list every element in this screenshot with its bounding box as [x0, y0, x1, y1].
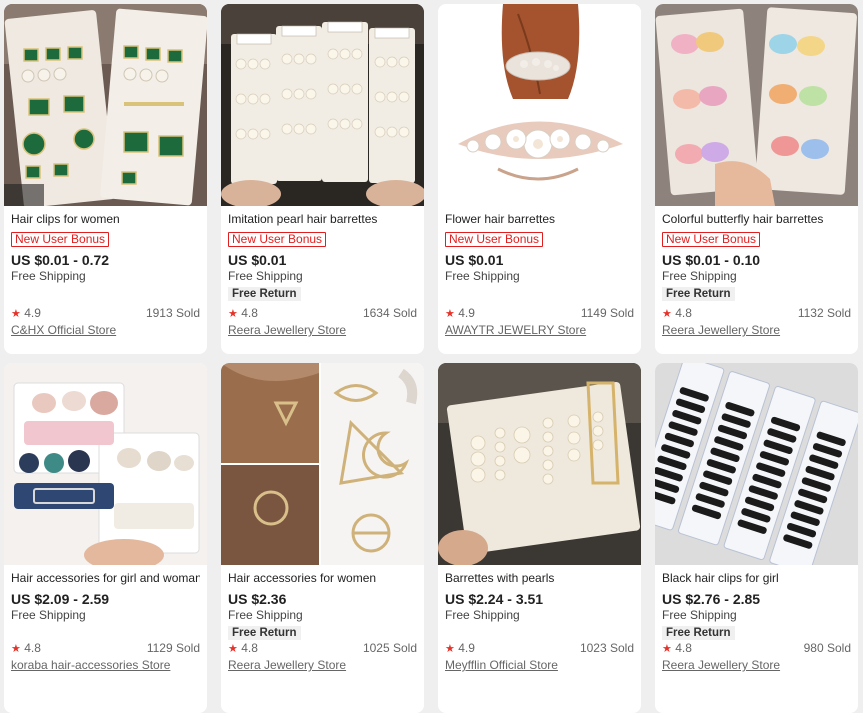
shipping-label: Free Shipping	[662, 269, 737, 283]
product-card[interactable]: Barrettes with pearls US $2.24 - 3.51 Fr…	[438, 363, 641, 713]
sold-count: 980 Sold	[803, 641, 851, 655]
product-price: US $2.24 - 3.51	[445, 591, 544, 607]
rating-row: ★ 4.9 1149 Sold	[445, 306, 634, 320]
shipping-label: Free Shipping	[445, 269, 520, 283]
product-title[interactable]: Imitation pearl hair barrettes	[228, 212, 417, 226]
free-return-badge: Free Return	[228, 287, 301, 301]
rating-value: 4.8	[675, 306, 692, 320]
star-icon: ★	[445, 643, 455, 655]
product-title[interactable]: Hair accessories for girl and woman	[11, 571, 200, 585]
new-user-bonus-badge: New User Bonus	[662, 232, 761, 247]
store-link[interactable]: AWAYTR JEWELRY Store	[445, 323, 586, 337]
shipping-label: Free Shipping	[228, 269, 303, 283]
product-card[interactable]: Colorful butterfly hair barrettes New Us…	[655, 4, 858, 354]
rating-value: 4.8	[241, 641, 258, 655]
product-title[interactable]: Black hair clips for girl	[662, 571, 851, 585]
sold-count: 1129 Sold	[146, 641, 200, 655]
free-return-badge: Free Return	[662, 626, 735, 640]
rating-row: ★ 4.9 1023 Sold	[445, 641, 634, 655]
sold-count: 1132 Sold	[797, 306, 851, 320]
star-icon: ★	[228, 308, 238, 320]
product-title[interactable]: Colorful butterfly hair barrettes	[662, 212, 851, 226]
product-image-pearl-barrettes[interactable]	[221, 4, 424, 206]
store-link[interactable]: Reera Jewellery Store	[662, 323, 780, 337]
store-link[interactable]: Reera Jewellery Store	[228, 658, 346, 672]
shipping-label: Free Shipping	[445, 608, 520, 622]
sold-count: 1025 Sold	[362, 641, 417, 655]
sold-count: 1149 Sold	[580, 306, 634, 320]
star-icon: ★	[662, 308, 672, 320]
product-card[interactable]: Hair accessories for girl and woman US $…	[4, 363, 207, 713]
product-card[interactable]: Imitation pearl hair barrettes New User …	[221, 4, 424, 354]
product-price: US $2.36	[228, 591, 287, 607]
product-price: US $2.76 - 2.85	[662, 591, 761, 607]
product-image-emerald-clips[interactable]	[4, 4, 207, 206]
rating-row: ★ 4.8 1129 Sold	[11, 641, 200, 655]
product-title[interactable]: Flower hair barrettes	[445, 212, 634, 226]
product-price: US $0.01 - 0.72	[11, 252, 110, 268]
product-grid: Hair clips for women New User Bonus US $…	[4, 4, 860, 713]
sold-count: 1913 Sold	[145, 306, 200, 320]
free-return-badge: Free Return	[662, 287, 735, 301]
store-link[interactable]: Reera Jewellery Store	[662, 658, 780, 672]
product-title[interactable]: Hair accessories for women	[228, 571, 417, 585]
product-image-pearl-barrettes-set[interactable]	[438, 363, 641, 565]
rating-value: 4.8	[241, 306, 258, 320]
shipping-label: Free Shipping	[662, 608, 737, 622]
rating-row: ★ 4.8 1132 Sold	[662, 306, 851, 320]
store-link[interactable]: Meyfflin Official Store	[445, 658, 558, 672]
product-price: US $0.01	[445, 252, 504, 268]
rating-value: 4.9	[458, 641, 475, 655]
product-image-assorted-clips[interactable]	[4, 363, 207, 565]
sold-count: 1634 Sold	[362, 306, 417, 320]
store-link[interactable]: koraba hair-accessories Store	[11, 658, 170, 672]
product-price: US $0.01 - 0.10	[662, 252, 761, 268]
product-image-butterfly-barrettes[interactable]	[655, 4, 858, 206]
rating-row: ★ 4.9 1913 Sold	[11, 306, 200, 320]
new-user-bonus-badge: New User Bonus	[445, 232, 544, 247]
new-user-bonus-badge: New User Bonus	[228, 232, 327, 247]
rating-value: 4.8	[675, 641, 692, 655]
store-link[interactable]: C&HX Official Store	[11, 323, 116, 337]
rating-row: ★ 4.8 1634 Sold	[228, 306, 417, 320]
free-return-badge: Free Return	[228, 626, 301, 640]
store-link[interactable]: Reera Jewellery Store	[228, 323, 346, 337]
shipping-label: Free Shipping	[11, 269, 86, 283]
product-price: US $0.01	[228, 252, 287, 268]
product-title[interactable]: Hair clips for women	[11, 212, 200, 226]
product-image-geometric-clips[interactable]	[221, 363, 424, 565]
product-title[interactable]: Barrettes with pearls	[445, 571, 634, 585]
shipping-label: Free Shipping	[11, 608, 86, 622]
star-icon: ★	[445, 308, 455, 320]
product-price: US $2.09 - 2.59	[11, 591, 110, 607]
rating-value: 4.8	[24, 641, 41, 655]
shipping-label: Free Shipping	[228, 608, 303, 622]
product-card[interactable]: Hair accessories for women US $2.36 Free…	[221, 363, 424, 713]
product-image-flower-barrette[interactable]	[438, 4, 641, 206]
rating-row: ★ 4.8 980 Sold	[662, 641, 851, 655]
star-icon: ★	[11, 643, 21, 655]
new-user-bonus-badge: New User Bonus	[11, 232, 110, 247]
star-icon: ★	[662, 643, 672, 655]
product-image-black-snap-clips[interactable]	[655, 363, 858, 565]
rating-value: 4.9	[24, 306, 41, 320]
product-card[interactable]: Black hair clips for girl US $2.76 - 2.8…	[655, 363, 858, 713]
rating-row: ★ 4.8 1025 Sold	[228, 641, 417, 655]
rating-value: 4.9	[458, 306, 475, 320]
star-icon: ★	[228, 643, 238, 655]
product-card[interactable]: Hair clips for women New User Bonus US $…	[4, 4, 207, 354]
star-icon: ★	[11, 308, 21, 320]
sold-count: 1023 Sold	[579, 641, 634, 655]
product-card[interactable]: Flower hair barrettes New User Bonus US …	[438, 4, 641, 354]
